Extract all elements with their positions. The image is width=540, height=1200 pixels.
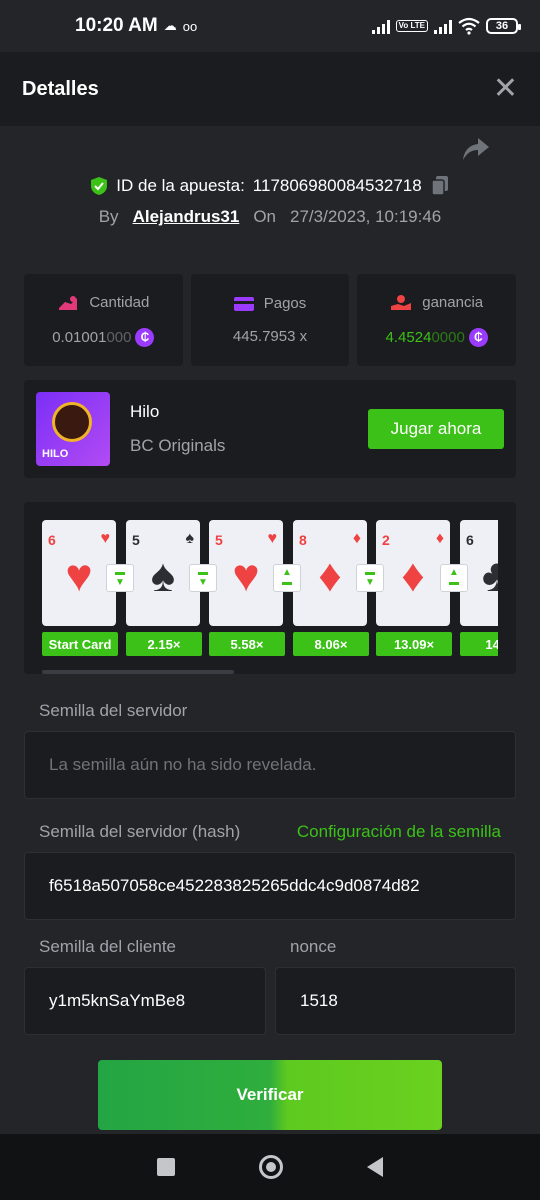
card-rank: 6 xyxy=(466,532,474,548)
android-nav-bar xyxy=(0,1134,540,1200)
recents-icon[interactable] xyxy=(157,1158,175,1176)
stat-amount-label: Cantidad xyxy=(89,294,150,311)
card-suit-big: ♥ xyxy=(232,549,260,601)
share-icon[interactable] xyxy=(462,136,490,162)
game-provider: BC Originals xyxy=(130,436,226,455)
home-icon[interactable] xyxy=(259,1155,283,1179)
status-bar: 10:20 AM ☁ oo Vo LTE 36 xyxy=(0,0,540,52)
multiplier-badge: Start Card xyxy=(42,632,118,656)
server-seed-label: Semilla del servidor xyxy=(39,701,188,720)
card-suit-small: ♦ xyxy=(435,530,444,547)
stat-payout: Pagos 445.7953 x xyxy=(190,274,350,366)
card-suit-small: ♥ xyxy=(100,530,111,547)
lower-arrow-icon: ▬ ▼ xyxy=(106,564,134,592)
signal-icon-2 xyxy=(434,18,452,34)
seed-config-link[interactable]: Configuración de la semilla xyxy=(297,822,501,842)
page-title: Detalles xyxy=(22,77,99,100)
play-now-button[interactable]: Jugar ahora xyxy=(368,409,504,449)
game-name: Hilo xyxy=(130,402,160,421)
server-hash-field[interactable]: f6518a507058ce452283825265ddc4c9d0874d82 xyxy=(24,852,516,920)
stat-amount-value: 0.01001 xyxy=(52,328,107,346)
card-suit-big: ♥ xyxy=(65,549,93,601)
playing-card: 6 ♥ ♥ xyxy=(42,520,116,626)
verify-button[interactable]: Verificar xyxy=(98,1060,442,1130)
stat-profit: ganancia 4.4524 0000 ₵ xyxy=(357,274,517,366)
bc-coin-icon: ₵ xyxy=(135,327,155,347)
card-icon xyxy=(233,296,254,311)
shield-check-icon xyxy=(91,177,108,195)
stat-payout-label: Pagos xyxy=(263,295,307,312)
server-seed-field[interactable]: La semilla aún no ha sido revelada. xyxy=(24,731,516,799)
bet-id-row: ID de la apuesta: 117806980084532718 xyxy=(0,175,540,197)
game-thumbnail[interactable]: HILO xyxy=(36,392,110,466)
card-suit-small: ♠ xyxy=(185,530,195,547)
signal-icon xyxy=(371,18,390,34)
client-seed-label: Semilla del cliente xyxy=(39,937,177,956)
horizontal-scrollbar[interactable] xyxy=(42,670,234,674)
thumb-label: HILO xyxy=(42,448,69,460)
stat-payout-value: 445.7953 x xyxy=(232,328,308,345)
client-seed-field[interactable]: y1m5knSaYmBe8 xyxy=(24,967,266,1035)
bet-datetime: 27/3/2023, 10:19:46 xyxy=(290,207,442,226)
volte-icon: Vo LTE xyxy=(395,20,428,32)
multiplier-badge: 8.06× xyxy=(293,632,369,656)
stat-amount-value-dim: 000 xyxy=(106,328,132,346)
profit-icon xyxy=(391,294,412,310)
higher-arrow-icon: ▲ ▬ xyxy=(273,564,301,592)
multiplier-badge: 13.09× xyxy=(376,632,452,656)
stat-amount: Cantidad 0.01001 000 ₵ xyxy=(24,274,183,366)
bet-amount-icon xyxy=(59,295,78,310)
bet-id-label: ID de la apuesta: xyxy=(116,176,245,195)
bet-meta-row: By Alejandrus31 On 27/3/2023, 10:19:46 xyxy=(0,207,540,227)
card-suit-big: ♦ xyxy=(401,549,425,601)
stat-profit-value: 4.4524 xyxy=(385,328,432,346)
lower-arrow-icon: ▬ ▼ xyxy=(189,564,217,592)
hilo-mascot-icon xyxy=(52,402,92,442)
cloud-icon: ☁ xyxy=(163,18,177,33)
lower-arrow-icon: ▬ ▼ xyxy=(356,564,384,592)
wifi-icon xyxy=(458,17,480,35)
playing-card: 2 ♦ ♦ xyxy=(376,520,450,626)
copy-icon[interactable] xyxy=(430,175,450,197)
multiplier-badge: 5.58× xyxy=(209,632,285,656)
card-rank: 5 xyxy=(132,532,140,548)
details-header: Detalles ✕ xyxy=(0,52,540,126)
multiplier-badge: 2.15× xyxy=(126,632,202,656)
card-history[interactable]: 6 ♥ ♥ Start Card 5 ♠ ♠ 2.15× ▬ ▼ 5 ♥ ♥ 5.58× ▬ ▼ 8 ♦ ♦ 8.06… xyxy=(24,502,516,674)
bet-stats: Cantidad 0.01001 000 ₵ Pagos 445.7953 x g… xyxy=(24,274,517,366)
status-time: 10:20 AM xyxy=(75,15,158,36)
voicemail-icon: oo xyxy=(182,18,198,34)
multiplier-badge: 14.1 xyxy=(460,632,498,656)
card-rank: 5 xyxy=(215,532,223,548)
nonce-field[interactable]: 1518 xyxy=(275,967,516,1035)
stat-profit-value-dim: 0000 xyxy=(431,328,465,346)
close-icon[interactable]: ✕ xyxy=(493,74,518,104)
bc-coin-icon: ₵ xyxy=(468,327,488,347)
playing-card: 5 ♥ ♥ xyxy=(209,520,283,626)
card-suit-small: ♦ xyxy=(352,530,361,547)
card-rank: 6 xyxy=(48,532,56,548)
card-rank: 2 xyxy=(382,532,390,548)
on-label: On xyxy=(253,207,277,226)
card-rank: 8 xyxy=(299,532,307,548)
battery-icon: 36 xyxy=(486,18,521,34)
card-row[interactable]: 6 ♥ ♥ Start Card 5 ♠ ♠ 2.15× ▬ ▼ 5 ♥ ♥ 5.58× ▬ ▼ 8 ♦ ♦ 8.06… xyxy=(42,520,498,660)
card-suit-small: ♥ xyxy=(267,530,278,547)
back-icon[interactable] xyxy=(367,1157,383,1177)
higher-arrow-icon: ▲ ▬ xyxy=(440,564,468,592)
stat-profit-label: ganancia xyxy=(422,294,484,311)
bet-id-value: 117806980084532718 xyxy=(252,176,422,195)
by-label: By xyxy=(98,207,119,226)
game-card: HILO Hilo BC Originals Jugar ahora xyxy=(24,380,516,478)
nonce-label: nonce xyxy=(290,937,337,956)
server-hash-label: Semilla del servidor (hash) xyxy=(39,822,241,841)
username-link[interactable]: Alejandrus31 xyxy=(133,207,240,227)
